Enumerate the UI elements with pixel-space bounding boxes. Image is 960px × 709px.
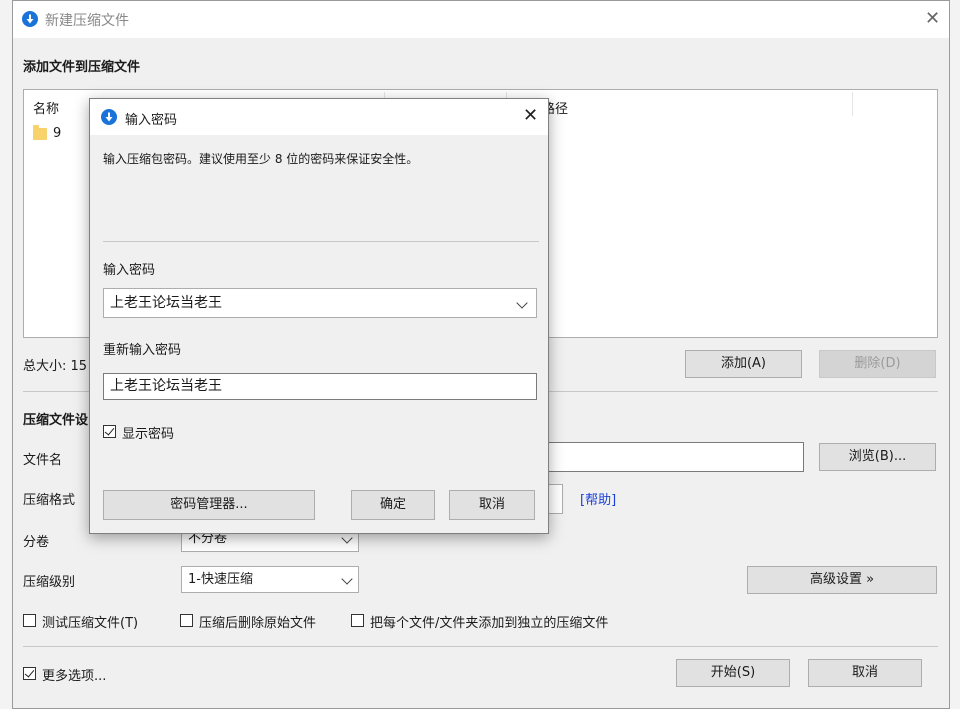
reenter-password-label: 重新输入密码 [103, 343, 182, 358]
reenter-password-value: 上老王论坛当老王 [110, 378, 222, 394]
browse-button[interactable]: 浏览(B)... [819, 443, 936, 471]
close-icon[interactable]: ✕ [925, 8, 940, 29]
password-dialog: 输入密码 ✕ 输入压缩包密码。建议使用至少 8 位的密码来保证安全性。 输入密码… [89, 98, 549, 534]
password-label: 输入密码 [103, 263, 156, 278]
filename-label: 文件名 [23, 453, 63, 468]
settings-section-title: 压缩文件设 [23, 413, 89, 428]
file-name: 9 [53, 126, 62, 141]
show-password-checkbox[interactable] [103, 425, 116, 438]
divider [23, 646, 938, 647]
split-label: 分卷 [23, 535, 50, 550]
more-options-label: 更多选项... [42, 669, 107, 684]
password-value: 上老王论坛当老王 [110, 295, 222, 311]
chevron-down-icon[interactable] [516, 297, 528, 309]
each-separate-label: 把每个文件/文件夹添加到独立的压缩文件 [370, 616, 609, 631]
app-logo-icon [22, 11, 38, 27]
background-window-left [0, 0, 12, 709]
total-size-label: 总大小: 15 [23, 359, 88, 374]
column-header-name[interactable]: 名称 [33, 98, 59, 117]
help-link[interactable]: [帮助] [580, 489, 616, 508]
start-button[interactable]: 开始(S) [676, 659, 790, 687]
option-more[interactable]: 更多选项... [23, 665, 143, 684]
advanced-settings-button[interactable]: 高级设置 » [747, 566, 937, 594]
password-description: 输入压缩包密码。建议使用至少 8 位的密码来保证安全性。 [103, 152, 419, 166]
chevron-down-icon [341, 573, 353, 585]
app-logo-icon [101, 109, 117, 125]
show-password-option[interactable]: 显示密码 [103, 423, 223, 442]
more-options-checkbox[interactable] [23, 667, 36, 680]
test-archive-label: 测试压缩文件(T) [42, 616, 139, 631]
password-input[interactable]: 上老王论坛当老王 [103, 288, 537, 318]
level-select[interactable]: 1-快速压缩 [181, 566, 359, 593]
delete-button[interactable]: 删除(D) [819, 350, 936, 378]
show-password-label: 显示密码 [122, 427, 175, 442]
password-cancel-button[interactable]: 取消 [449, 490, 535, 520]
add-button[interactable]: 添加(A) [685, 350, 802, 378]
format-label: 压缩格式 [23, 493, 76, 508]
password-dialog-title: 输入密码 [125, 113, 178, 128]
cancel-button[interactable]: 取消 [808, 659, 922, 687]
reenter-password-input[interactable]: 上老王论坛当老王 [103, 373, 537, 400]
delete-after-label: 压缩后删除原始文件 [199, 616, 317, 631]
option-delete-after[interactable]: 压缩后删除原始文件 [180, 612, 350, 631]
level-value: 1-快速压缩 [188, 572, 253, 587]
level-label: 压缩级别 [23, 575, 76, 590]
password-manager-button[interactable]: 密码管理器... [103, 490, 315, 520]
title-bar: 新建压缩文件 ✕ [13, 1, 949, 38]
option-each-separate[interactable]: 把每个文件/文件夹添加到独立的压缩文件 [351, 612, 651, 631]
password-dialog-title-bar: 输入密码 ✕ [90, 99, 548, 135]
background-window-right [950, 0, 960, 709]
add-section-title: 添加文件到压缩文件 [23, 60, 141, 75]
each-separate-checkbox[interactable] [351, 614, 364, 627]
chevron-down-icon [341, 532, 353, 544]
divider [103, 241, 539, 242]
delete-after-checkbox[interactable] [180, 614, 193, 627]
option-test-archive[interactable]: 测试压缩文件(T) [23, 612, 173, 631]
close-icon[interactable]: ✕ [523, 105, 538, 126]
column-separator [852, 92, 853, 116]
window-title: 新建压缩文件 [45, 13, 129, 29]
folder-icon [33, 125, 47, 140]
ok-button[interactable]: 确定 [351, 490, 435, 520]
test-archive-checkbox[interactable] [23, 614, 36, 627]
